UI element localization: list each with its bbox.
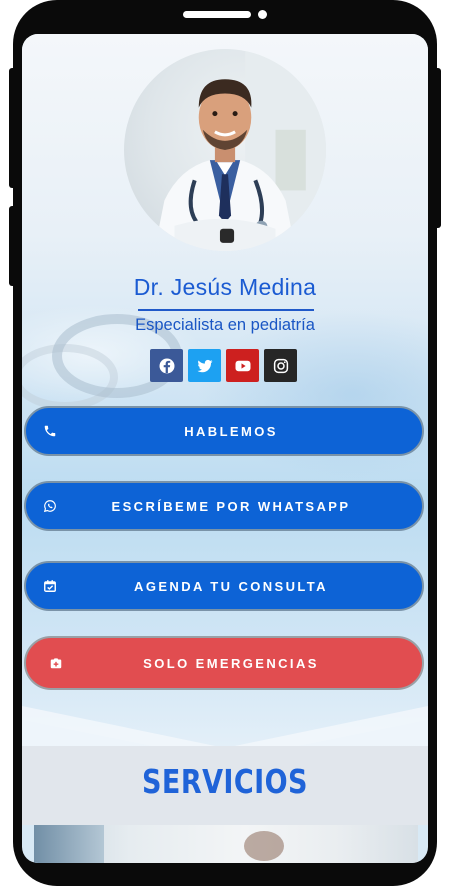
whatsapp-icon	[43, 499, 57, 513]
call-button[interactable]: HABLEMOS	[24, 406, 424, 456]
twitter-link[interactable]	[188, 349, 221, 382]
services-image	[34, 825, 418, 863]
youtube-icon	[235, 360, 250, 371]
calendar-check-icon	[43, 579, 57, 593]
emergency-button-label: SOLO EMERGENCIAS	[143, 655, 319, 671]
doctor-name: Dr. Jesús Medina	[133, 274, 317, 300]
phone-camera	[258, 10, 267, 19]
phone-icon	[43, 424, 57, 438]
name-underline	[138, 309, 314, 311]
instagram-link[interactable]	[264, 349, 297, 382]
doctor-avatar	[124, 49, 326, 251]
youtube-link[interactable]	[226, 349, 259, 382]
facebook-icon	[159, 358, 174, 373]
appointment-button[interactable]: AGENDA TU CONSULTA	[24, 561, 424, 611]
services-section: SERVICIOS	[22, 746, 428, 825]
social-links	[150, 349, 297, 382]
instagram-icon	[273, 358, 288, 373]
twitter-icon	[197, 359, 212, 372]
services-image-detail	[34, 825, 104, 863]
doctor-portrait-icon	[154, 49, 326, 251]
emergency-button[interactable]: SOLO EMERGENCIAS	[24, 636, 424, 690]
services-image-detail	[244, 831, 284, 861]
phone-speaker	[183, 11, 251, 18]
call-button-label: HABLEMOS	[184, 423, 278, 439]
facebook-link[interactable]	[150, 349, 183, 382]
phone-screen: Dr. Jesús Medina Especialista en pediatr…	[22, 34, 428, 863]
whatsapp-button[interactable]: ESCRÍBEME POR WHATSAPP	[24, 481, 424, 531]
doctor-specialty: Especialista en pediatría	[135, 316, 315, 334]
whatsapp-button-label: ESCRÍBEME POR WHATSAPP	[111, 498, 351, 514]
appointment-button-label: AGENDA TU CONSULTA	[134, 578, 328, 594]
hospital-icon	[49, 656, 63, 670]
services-title: SERVICIOS	[142, 762, 308, 801]
